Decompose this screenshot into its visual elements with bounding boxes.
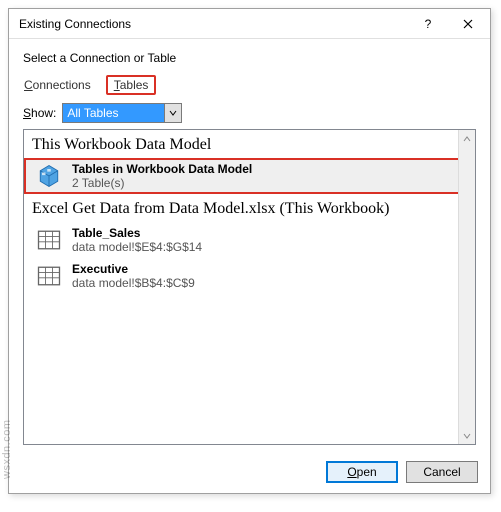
scroll-track[interactable] [459,147,475,427]
list-item-text: Tables in Workbook Data Model 2 Table(s) [72,162,252,190]
dialog-button-row: Open Cancel [326,461,478,483]
titlebar: Existing Connections ? [9,9,490,39]
group-header-data-model: This Workbook Data Model [24,130,475,158]
vertical-scrollbar[interactable] [458,130,475,444]
cancel-button[interactable]: Cancel [406,461,478,483]
list-item-text: Executive data model!$B$4:$C$9 [72,262,195,290]
table-grid-icon [34,261,64,291]
scroll-up-button[interactable] [459,130,475,147]
help-button[interactable]: ? [408,10,448,38]
show-label: Show: [23,106,56,120]
list-item-table-sales[interactable]: Table_Sales data model!$E$4:$G$14 [24,222,475,258]
tabs-row: Connections Tables [23,75,476,95]
show-combobox-text: All Tables [63,104,164,122]
list-item-sublabel: data model!$E$4:$G$14 [72,240,202,254]
chevron-down-icon [169,109,177,117]
show-combobox-button[interactable] [164,104,181,122]
open-button[interactable]: Open [326,461,398,483]
dialog-body: Select a Connection or Table Connections… [9,39,490,445]
existing-connections-dialog: Existing Connections ? Select a Connecti… [8,8,491,494]
chevron-down-icon [463,432,471,440]
list-item-executive[interactable]: Executive data model!$B$4:$C$9 [24,258,475,294]
list-item-label: Executive [72,262,195,276]
group-header-this-workbook: Excel Get Data from Data Model.xlsx (Thi… [24,194,475,222]
tables-list-pane: This Workbook Data Model Tables in Workb… [23,129,476,445]
list-item-tables-in-workbook-data-model[interactable]: Tables in Workbook Data Model 2 Table(s) [24,158,475,194]
tab-connections[interactable]: Connections [23,75,92,95]
scroll-down-button[interactable] [459,427,475,444]
question-icon: ? [425,17,432,31]
tab-tables[interactable]: Tables [106,75,157,95]
show-row: Show: All Tables [23,103,476,123]
list-item-text: Table_Sales data model!$E$4:$G$14 [72,226,202,254]
close-button[interactable] [448,10,488,38]
table-grid-icon [34,225,64,255]
list-item-sublabel: 2 Table(s) [72,176,252,190]
chevron-up-icon [463,135,471,143]
list-item-sublabel: data model!$B$4:$C$9 [72,276,195,290]
list-item-label: Table_Sales [72,226,202,240]
datamodel-cube-icon [34,161,64,191]
instruction-text: Select a Connection or Table [23,51,476,65]
list-item-label: Tables in Workbook Data Model [72,162,252,176]
show-combobox[interactable]: All Tables [62,103,182,123]
dialog-title: Existing Connections [19,17,408,31]
close-icon [463,19,473,29]
